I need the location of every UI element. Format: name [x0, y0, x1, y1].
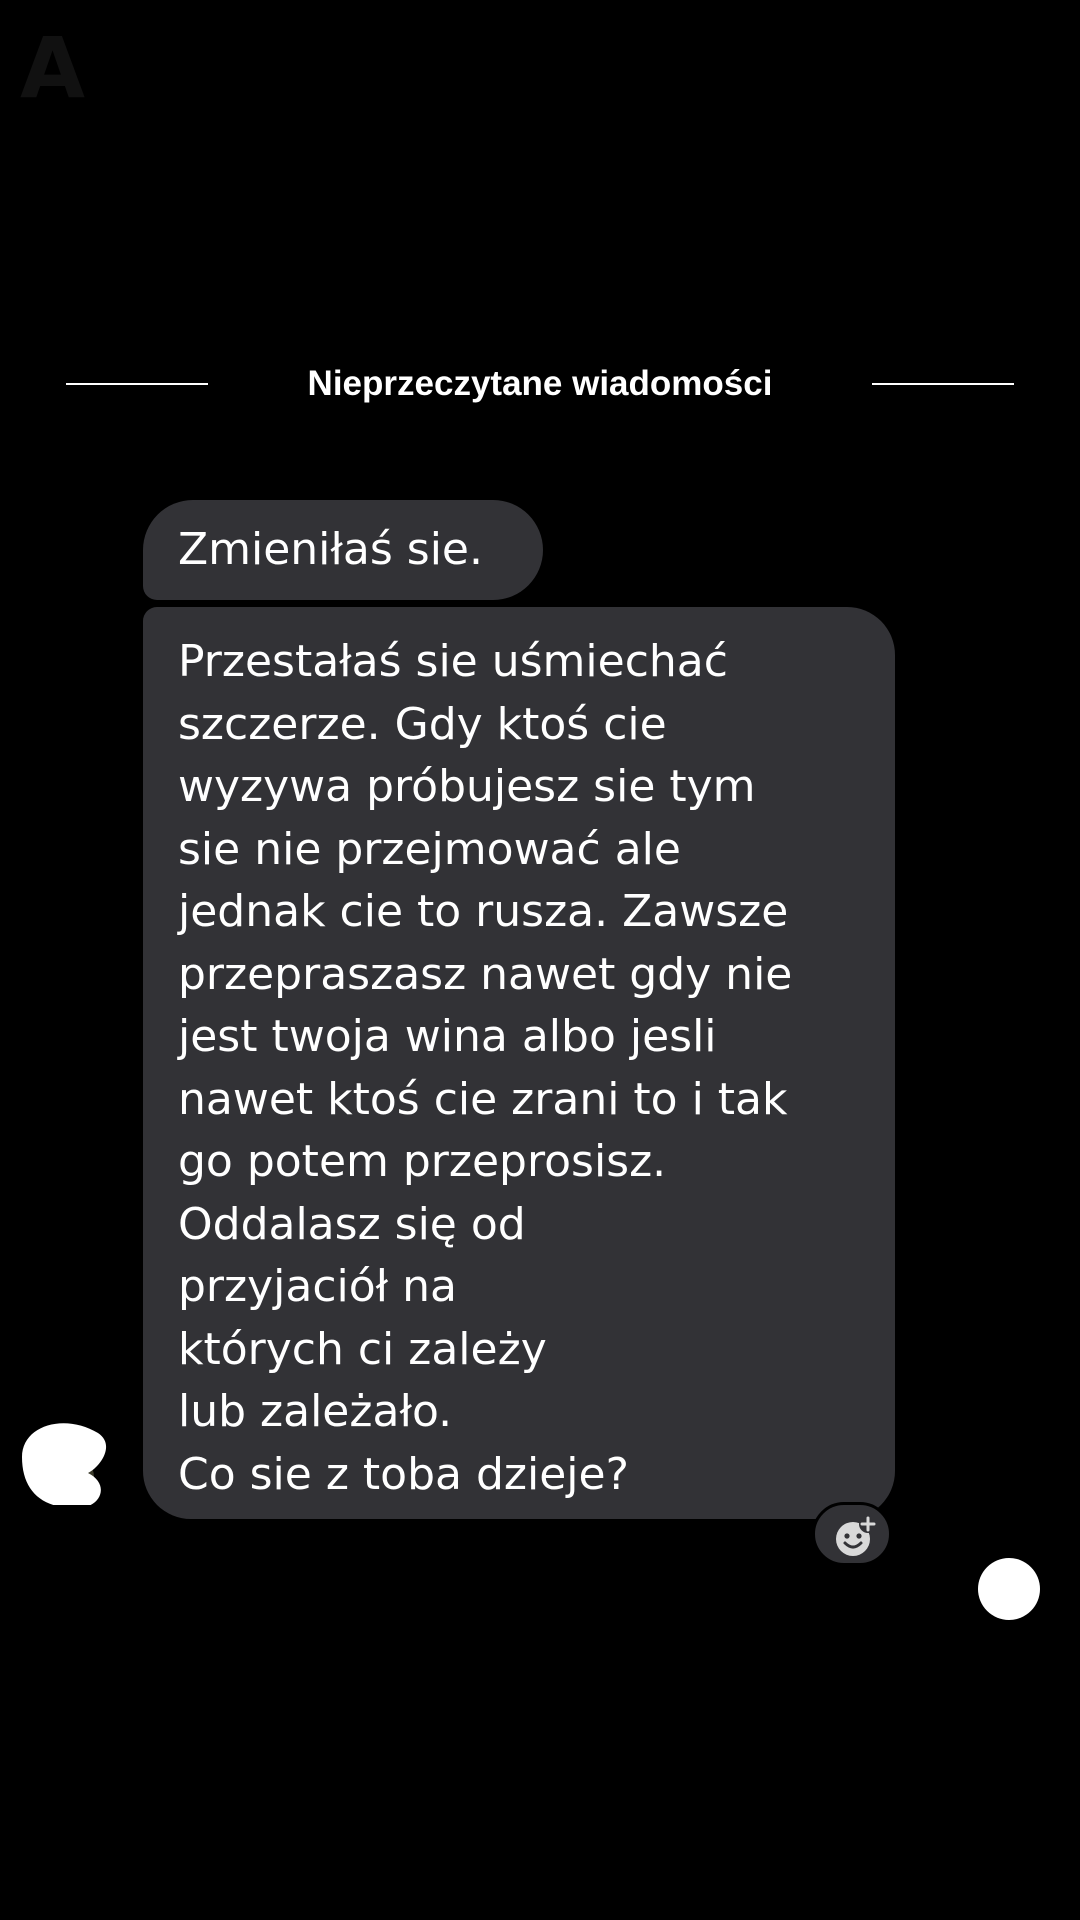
- corner-logo-mark: A: [20, 19, 86, 117]
- scroll-down-dot-icon[interactable]: [978, 1558, 1040, 1620]
- add-reaction-button[interactable]: [812, 1502, 892, 1566]
- divider-line-right: [872, 383, 1014, 385]
- message-bubble[interactable]: Zmieniłaś sie.: [143, 500, 543, 600]
- message-bubble[interactable]: Przestałaś sie uśmiechać szczerze. Gdy k…: [143, 607, 895, 1519]
- unread-messages-divider: Nieprzeczytane wiadomości: [0, 360, 1080, 408]
- add-reaction-smiley-icon: [836, 1515, 877, 1556]
- avatar-blob-icon[interactable]: [10, 1405, 110, 1509]
